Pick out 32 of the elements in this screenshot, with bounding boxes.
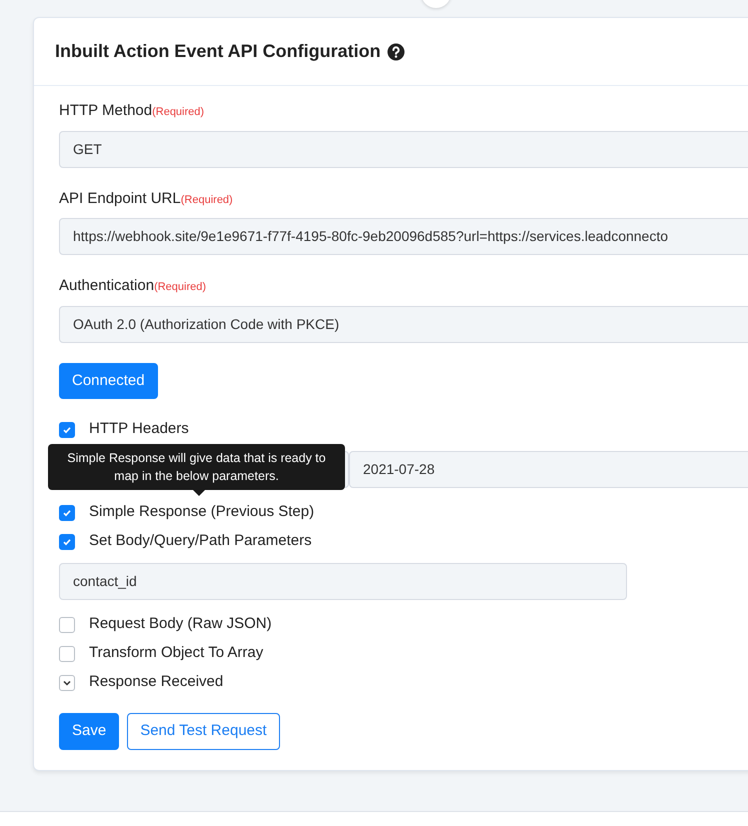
required-note: (Required) <box>154 281 206 293</box>
value-field[interactable]: 2021-07-28 <box>349 451 748 488</box>
checkbox[interactable] <box>59 534 75 550</box>
required-note: (Required) <box>180 194 233 206</box>
option-label: Simple Response (Previous Step) <box>89 502 314 522</box>
checkbox[interactable] <box>59 422 75 438</box>
card-title: Inbuilt Action Event API Configuration <box>55 40 381 63</box>
check-icon <box>62 536 72 546</box>
option-label: HTTP Headers <box>89 419 189 440</box>
field-label: Authentication <box>59 277 154 294</box>
option-label: Response Received <box>89 672 224 692</box>
send-test-request-button[interactable]: Send Test Request <box>127 713 280 750</box>
check-icon <box>62 508 72 518</box>
input-field[interactable]: https://webhook.site/9e1e9671-f77f-4195-80fc-9eb20096d585?url=https://services.leadconnecto <box>59 218 748 255</box>
check-icon <box>62 424 72 434</box>
checkbox[interactable] <box>59 646 75 662</box>
select-field[interactable]: OAuth 2.0 (Authorization Code with PKCE) <box>59 306 748 342</box>
checkbox[interactable] <box>59 504 75 520</box>
option-label: Request Body (Raw JSON) <box>89 614 272 634</box>
input-field[interactable]: contact_id <box>59 563 627 600</box>
field-label: API Endpoint URL <box>59 190 181 206</box>
tooltip-text: Simple Response will give data that is ready to map in the below parameters. <box>67 451 326 484</box>
chevron-toggle[interactable] <box>59 674 75 690</box>
save-button[interactable]: Save <box>59 713 120 750</box>
checkbox[interactable] <box>59 616 75 632</box>
field-label: HTTP Method <box>59 102 152 119</box>
option-label: Transform Object To Array <box>89 643 264 664</box>
option-label: Set Body/Query/Path Parameters <box>89 531 312 552</box>
select-field[interactable]: GET <box>59 130 748 168</box>
required-note: (Required) <box>152 106 204 118</box>
help-icon[interactable] <box>386 42 405 60</box>
connected-button[interactable]: Connected <box>59 362 158 399</box>
